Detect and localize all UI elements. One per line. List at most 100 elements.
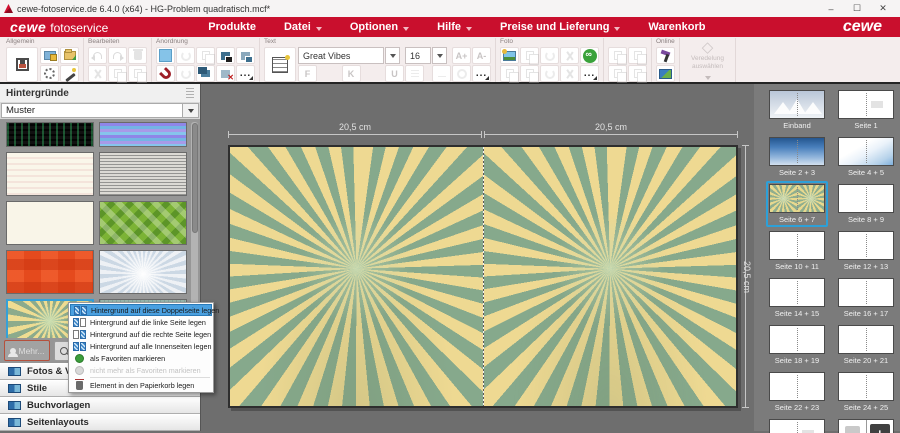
bring-forward-button[interactable] (216, 47, 235, 64)
category-select[interactable]: Muster (1, 103, 183, 118)
char-spacing-dropdown[interactable] (432, 65, 451, 82)
photo-flip-button[interactable] (500, 65, 519, 82)
background-thumb-green-weave[interactable] (99, 201, 187, 245)
background-thumb-newspaper[interactable] (99, 152, 187, 196)
rotate-button[interactable] (176, 47, 195, 64)
page-cell-4-5[interactable]: Seite 4 + 5 (835, 134, 897, 180)
undo-button[interactable] (88, 47, 107, 64)
drag-handle-icon[interactable] (186, 88, 194, 98)
tab-seitenlayouts[interactable]: Seitenlayouts (0, 414, 200, 431)
border-button[interactable] (628, 47, 647, 64)
page-cell-22-23[interactable]: Seite 22 + 23 (766, 369, 828, 415)
page-cell-24-25[interactable]: Seite 24 + 25 (835, 369, 897, 415)
background-thumb-cream[interactable] (6, 201, 94, 245)
font-size-dropdown-arrow[interactable] (432, 47, 447, 64)
photo-autofix-button[interactable] (580, 47, 599, 64)
cut-button[interactable] (88, 65, 107, 82)
left-page[interactable] (230, 147, 483, 406)
underline-button[interactable]: U (385, 65, 404, 82)
close-button[interactable]: ✕ (870, 1, 896, 16)
page-cell-6-7-selected[interactable]: Seite 6 + 7 (766, 181, 828, 227)
font-increase-button[interactable]: A+ (452, 47, 471, 64)
redo-button[interactable] (108, 47, 127, 64)
menu-hilfe[interactable]: Hilfe (427, 19, 482, 35)
more-backgrounds-button[interactable]: Mehr... (4, 340, 50, 361)
align-button[interactable] (156, 47, 175, 64)
background-thumb-matrix[interactable] (6, 122, 94, 147)
photo-crop-button[interactable] (560, 47, 579, 64)
remove-pages-button[interactable] (839, 420, 867, 433)
bold-button[interactable]: F (298, 65, 317, 82)
mask-button[interactable] (608, 65, 627, 82)
double-page-spread[interactable] (228, 145, 738, 408)
page-cell-12-13[interactable]: Seite 12 + 13 (835, 228, 897, 274)
ctx-apply-doublepage[interactable]: Hintergrund auf diese Doppelseite legen (70, 304, 212, 316)
veredelung-button[interactable]: ◇ Veredelung auswählen (680, 38, 736, 82)
frame-button[interactable] (608, 47, 627, 64)
page-cell-10-11[interactable]: Seite 10 + 11 (766, 228, 828, 274)
photo-fit-button[interactable] (560, 65, 579, 82)
background-thumb-cream-pattern[interactable] (6, 152, 94, 196)
photo-lock-button[interactable] (40, 47, 59, 64)
open-folder-button[interactable] (60, 47, 79, 64)
background-thumb-orange-blocks[interactable] (6, 250, 94, 294)
online-upload-button[interactable] (656, 65, 675, 82)
text-more-button[interactable]: ... (472, 65, 491, 82)
menu-optionen[interactable]: Optionen (340, 19, 419, 35)
right-page[interactable] (484, 147, 737, 406)
ctx-apply-right-page[interactable]: Hintergrund auf die rechte Seite legen (70, 328, 212, 340)
minimize-button[interactable]: – (818, 1, 844, 16)
font-decrease-button[interactable]: A- (472, 47, 491, 64)
rotate-ccw-button[interactable] (176, 65, 195, 82)
group-button[interactable] (196, 47, 215, 64)
add-pages-cell[interactable]: + 4 Seiten (835, 416, 897, 433)
add-text-button[interactable] (264, 47, 296, 82)
page-cell-14-15[interactable]: Seite 14 + 15 (766, 275, 828, 321)
clipart-button[interactable] (628, 65, 647, 82)
text-color-button[interactable] (452, 65, 471, 82)
ctx-apply-left-page[interactable]: Hintergrund auf die linke Seite legen (70, 316, 212, 328)
scrollbar-thumb[interactable] (192, 123, 198, 233)
add-photo-button[interactable] (500, 47, 519, 64)
save-button[interactable] (6, 47, 38, 82)
send-backward-button[interactable] (236, 47, 255, 64)
delete-button[interactable] (128, 47, 147, 64)
menu-warenkorb[interactable]: Warenkorb (638, 19, 715, 35)
page-cell-20-21[interactable]: Seite 20 + 21 (835, 322, 897, 368)
tab-buchvorlagen[interactable]: Buchvorlagen (0, 397, 200, 414)
remove-element-button[interactable] (216, 65, 235, 82)
font-family-select[interactable]: Great Vibes (298, 47, 384, 64)
magnet-button[interactable] (156, 65, 175, 82)
menu-produkte[interactable]: Produkte (198, 19, 266, 35)
italic-button[interactable]: K (342, 65, 361, 82)
page-cell-1[interactable]: Seite 1 (835, 87, 897, 133)
font-family-dropdown-arrow[interactable] (385, 47, 400, 64)
category-select-arrow[interactable] (183, 103, 199, 118)
page-cell-2-3[interactable]: Seite 2 + 3 (766, 134, 828, 180)
page-cell-18-19[interactable]: Seite 18 + 19 (766, 322, 828, 368)
copy-button[interactable] (108, 65, 127, 82)
page-cell-einband[interactable]: Einband (766, 87, 828, 133)
maximize-button[interactable]: ☐ (844, 1, 870, 16)
photo-shapes-button[interactable] (520, 47, 539, 64)
duplicate-button[interactable] (196, 65, 215, 82)
paste-button[interactable] (128, 65, 147, 82)
background-thumb-stripes[interactable] (99, 122, 187, 147)
ctx-apply-all-pages[interactable]: Hintergrund auf alle Innenseiten legen (70, 340, 212, 352)
ctx-mark-favorite[interactable]: als Favoriten markieren (70, 352, 212, 364)
background-thumb-white-burst[interactable] (99, 250, 187, 294)
assistant-button[interactable] (60, 65, 79, 82)
menu-datei[interactable]: Datei (274, 19, 332, 35)
foto-more-button[interactable]: ... (580, 65, 599, 82)
font-size-select[interactable]: 16 (405, 47, 431, 64)
online-tools-button[interactable] (656, 47, 675, 64)
anordnung-more-button[interactable]: ... (236, 65, 255, 82)
add-pages-button[interactable]: + (867, 420, 894, 433)
photo-rotate-ccw-button[interactable] (540, 65, 559, 82)
page-cell-16-17[interactable]: Seite 16 + 17 (835, 275, 897, 321)
page-cell-8-9[interactable]: Seite 8 + 9 (835, 181, 897, 227)
ctx-move-to-trash[interactable]: Element in den Papierkorb legen (70, 379, 212, 391)
photo-shapes2-button[interactable] (520, 65, 539, 82)
line-spacing-dropdown[interactable] (405, 65, 424, 82)
settings-button[interactable] (40, 65, 59, 82)
